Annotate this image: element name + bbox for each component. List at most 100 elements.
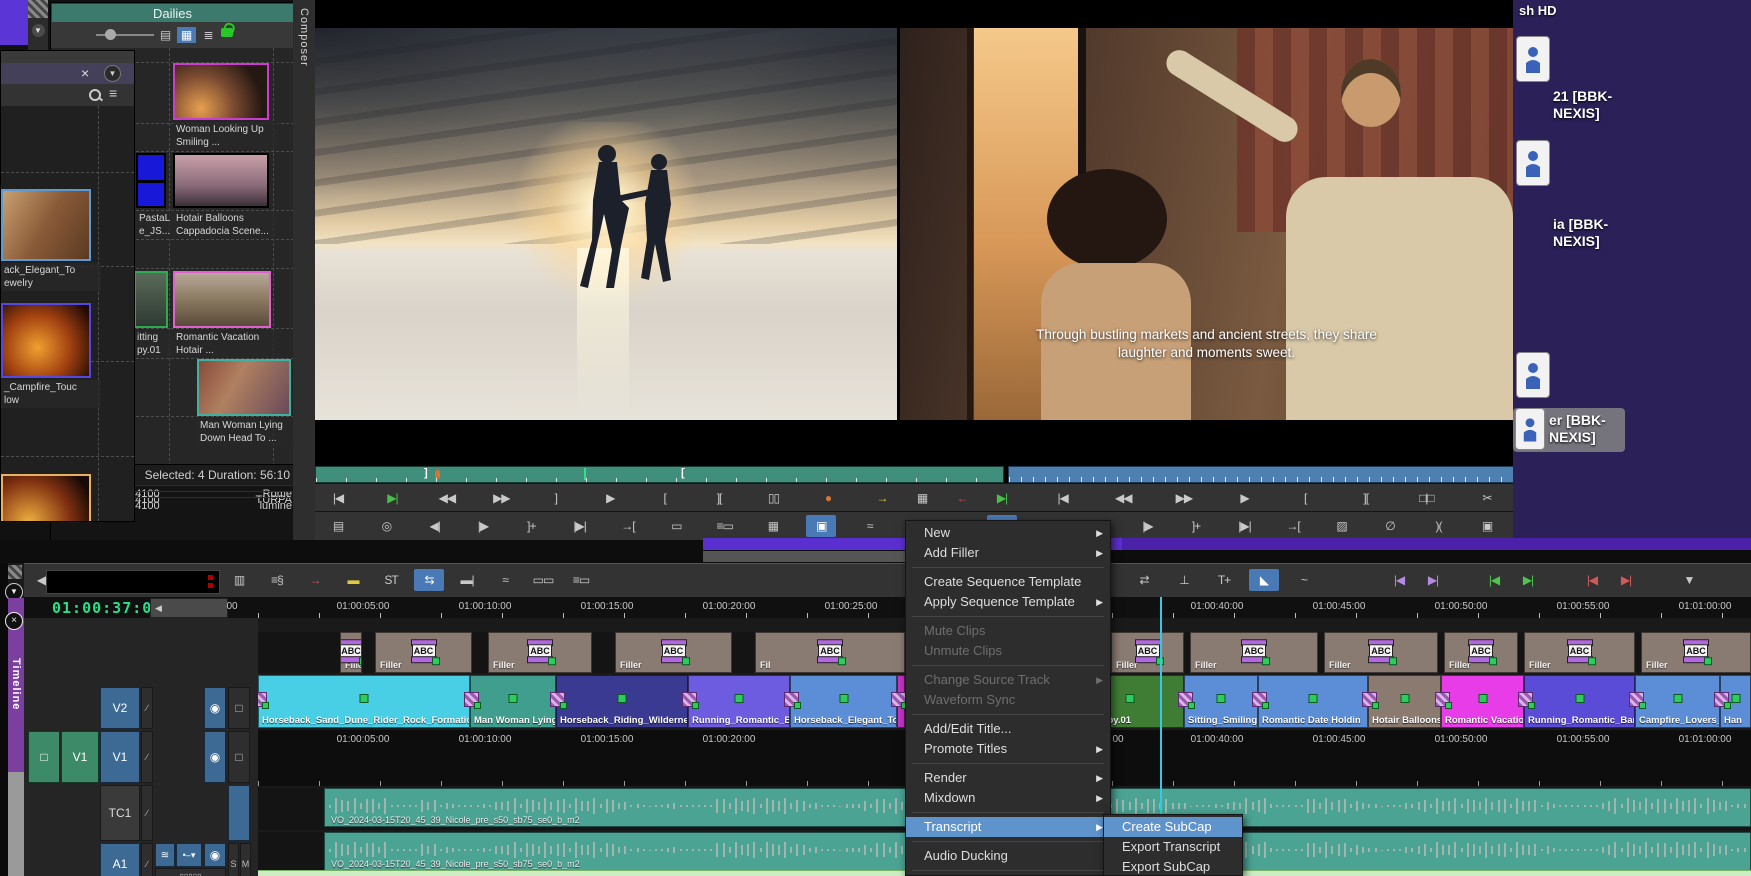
composer-button-fast-forward[interactable]: → bbox=[867, 487, 897, 509]
timeline-button-film-view[interactable]: ≡▭ bbox=[566, 569, 596, 591]
composer-button-go-to-next-event-record[interactable]: ▶| bbox=[987, 487, 1017, 509]
timeline-button-mark-segment[interactable]: ▬ bbox=[338, 569, 368, 591]
masterclip-icon[interactable] bbox=[1516, 36, 1550, 82]
floating-bin-titlebar[interactable]: × ▼ bbox=[1, 63, 134, 84]
filler-clip[interactable]: FillerABC bbox=[1111, 632, 1184, 673]
filler-clip[interactable]: FillerABC bbox=[1524, 632, 1635, 673]
composer-button-play-to-out[interactable]: |▶| bbox=[565, 515, 595, 537]
menu-item-audio-ducking[interactable]: Audio Ducking bbox=[906, 846, 1110, 866]
source-track-button-v1[interactable]: V1 bbox=[61, 731, 99, 783]
sequence-position-strip[interactable] bbox=[703, 538, 1751, 550]
menu-item-unmute-clips[interactable]: Unmute Clips bbox=[906, 641, 1110, 661]
timeline-button-equalize[interactable]: ≈ bbox=[490, 569, 520, 591]
record-position-bar[interactable] bbox=[1008, 466, 1515, 483]
menu-item-apply-sequence-template[interactable]: Apply Sequence Template▶ bbox=[906, 592, 1110, 612]
menu-item-create-subcap[interactable]: Create SubCap bbox=[1104, 817, 1242, 837]
composer-button-swap-source-record[interactable]: □|□ bbox=[1411, 487, 1441, 509]
timeline-clip-sitting-smiling-w[interactable]: Sitting_Smiling_W bbox=[1184, 675, 1258, 728]
dissolve-transition-icon[interactable] bbox=[1629, 692, 1644, 707]
composer-button-render-effect[interactable]: ▨ bbox=[1327, 515, 1357, 537]
timeline-button-trim-mode[interactable]: ⇆ bbox=[414, 569, 444, 591]
chevron-down-icon[interactable]: ▼ bbox=[32, 24, 45, 37]
timeline-clip-horseback-sand-dune-rider-rock-formation[interactable]: Horseback_Sand_Dune_Rider_Rock_Formation bbox=[258, 675, 470, 728]
frame-view-icon[interactable]: ▦ bbox=[177, 27, 196, 43]
timeline-drag-handle[interactable] bbox=[8, 565, 22, 579]
slip-icon[interactable]: ∕ bbox=[141, 687, 153, 729]
filler-clip[interactable]: FillerABC bbox=[340, 632, 362, 673]
timeline-button-focus[interactable]: ▥ bbox=[224, 569, 254, 591]
composer-button-go-to-in-record[interactable]: →[ bbox=[1278, 515, 1308, 537]
timeline-button-title-tool[interactable]: T+ bbox=[1209, 569, 1239, 591]
composer-button-trim-forward[interactable]: |▶ bbox=[1133, 515, 1163, 537]
clip-thumbnail-campfire-hands[interactable] bbox=[1, 303, 91, 378]
composer-button-step-forward[interactable]: ▶▶ bbox=[486, 487, 516, 509]
composer-button-nudge-forward[interactable]: |▶ bbox=[468, 515, 498, 537]
menu-item-mute-clips[interactable]: Mute Clips bbox=[906, 621, 1110, 641]
composer-button-find-bin[interactable]: ≡▭ bbox=[710, 515, 740, 537]
filler-clip[interactable]: FillerABC bbox=[375, 632, 472, 673]
timeline-clip-running-romantic-barren[interactable]: Running_Romantic_Barren_ bbox=[688, 675, 790, 728]
menu-item-new[interactable]: New▶ bbox=[906, 523, 1110, 543]
composer-button-add-edit[interactable]: ✂ bbox=[1472, 487, 1502, 509]
composer-button-collapse[interactable]: )( bbox=[1424, 515, 1454, 537]
drag-handle[interactable] bbox=[28, 0, 48, 18]
composer-button-step-forward-record[interactable]: ▶▶ bbox=[1169, 487, 1199, 509]
clip-thumbnail-sitting[interactable] bbox=[134, 271, 168, 328]
composer-button-remove-effect[interactable]: ∅ bbox=[1375, 515, 1405, 537]
slider-knob[interactable] bbox=[105, 29, 116, 40]
composer-tab-label[interactable]: Composer bbox=[298, 8, 310, 67]
clip-thumbnail-man-woman-lying[interactable] bbox=[197, 359, 291, 416]
track-power-icon-v2[interactable]: ◉ bbox=[204, 687, 226, 729]
menu-item-create-sequence-template[interactable]: Create Sequence Template bbox=[906, 572, 1110, 592]
menu-item-add-filler[interactable]: Add Filler▶ bbox=[906, 543, 1110, 563]
dissolve-transition-icon[interactable] bbox=[784, 692, 799, 707]
dissolve-transition-icon[interactable] bbox=[682, 692, 697, 707]
track-monitor-icon-v1[interactable]: □ bbox=[228, 731, 250, 783]
composer-button-go-to-next-event[interactable]: ▶| bbox=[377, 487, 407, 509]
source-monitor-icon-v1[interactable]: □ bbox=[28, 731, 60, 783]
composer-button-clip-list[interactable]: ▤ bbox=[323, 515, 353, 537]
filler-clip[interactable]: FillerABC bbox=[1324, 632, 1438, 673]
composer-button-make-subclip[interactable]: ▭ bbox=[661, 515, 691, 537]
composer-button-grid-overlay[interactable]: ▦ bbox=[907, 487, 937, 509]
timeline-button-trim-back-purple[interactable]: |◀ bbox=[1384, 569, 1414, 591]
timeline-button-trim-fwd-green[interactable]: ▶| bbox=[1513, 569, 1543, 591]
composer-button-play-in-to-out[interactable]: ][ bbox=[704, 487, 734, 509]
composer-button-play-to-out-record[interactable]: |▶| bbox=[1230, 515, 1260, 537]
clip-thumbnail-horseback[interactable] bbox=[1, 189, 91, 261]
timeline-button-link-selection[interactable]: ⇄ bbox=[1129, 569, 1159, 591]
composer-button-extend-record[interactable]: ]+ bbox=[1181, 515, 1211, 537]
dissolve-transition-icon[interactable] bbox=[1252, 692, 1267, 707]
filler-clip[interactable]: FillerABC bbox=[1190, 632, 1318, 673]
composer-button-add-marker[interactable]: ● bbox=[813, 487, 843, 509]
clip-thumbnail-woman-looking-up[interactable] bbox=[173, 63, 269, 120]
composer-button-extend[interactable]: ]+ bbox=[516, 515, 546, 537]
slip-icon[interactable]: ∕ bbox=[141, 785, 153, 841]
table-view-icon[interactable]: ▤ bbox=[156, 27, 175, 43]
composer-button-dual-split[interactable]: ▯▯ bbox=[759, 487, 789, 509]
masterclip-icon[interactable] bbox=[1516, 352, 1550, 398]
filler-clip[interactable]: FillerABC bbox=[1444, 632, 1518, 673]
clip-thumbnail-audio[interactable] bbox=[136, 153, 166, 208]
menu-item-transcript[interactable]: Transcript▶ bbox=[906, 817, 1110, 837]
fast-menu-icon[interactable]: ▼ bbox=[104, 65, 121, 82]
track-power-icon-a1[interactable]: ◉ bbox=[204, 843, 226, 867]
dissolve-transition-icon[interactable] bbox=[550, 692, 565, 707]
timeline-button-keyframe-tool[interactable]: ◣ bbox=[1249, 569, 1279, 591]
record-track-button-v1[interactable]: V1 bbox=[100, 731, 140, 783]
composer-button-go-to-in[interactable]: →[ bbox=[613, 515, 643, 537]
dissolve-transition-icon[interactable] bbox=[891, 692, 906, 707]
masterclip-icon[interactable] bbox=[1516, 140, 1550, 186]
timeline-clip-romantic-vacation[interactable]: Romantic Vacation bbox=[1441, 675, 1524, 728]
menu-item-export-transcript[interactable]: Export Transcript bbox=[1104, 837, 1242, 857]
dissolve-transition-icon[interactable] bbox=[1714, 692, 1729, 707]
dissolve-transition-icon[interactable] bbox=[1362, 692, 1377, 707]
filler-clip[interactable]: FillerABC bbox=[488, 632, 592, 673]
menu-item-add-edit-title[interactable]: Add/Edit Title... bbox=[906, 719, 1110, 739]
timeline-ruler[interactable]: 01:00:37:06 ◀ 0001:00:05:0001:00:10:0001… bbox=[24, 597, 1751, 618]
timeline-clip-horseback-elegant-tourist[interactable]: Horseback_Elegant_Tourist bbox=[790, 675, 897, 728]
automation-icon-a1[interactable]: •–▾ bbox=[176, 843, 202, 867]
timeline-button-trim-back-red[interactable]: |◀ bbox=[1577, 569, 1607, 591]
composer-button-go-to-previous-event-record[interactable]: |◀ bbox=[1048, 487, 1078, 509]
source-monitor[interactable] bbox=[315, 28, 897, 420]
